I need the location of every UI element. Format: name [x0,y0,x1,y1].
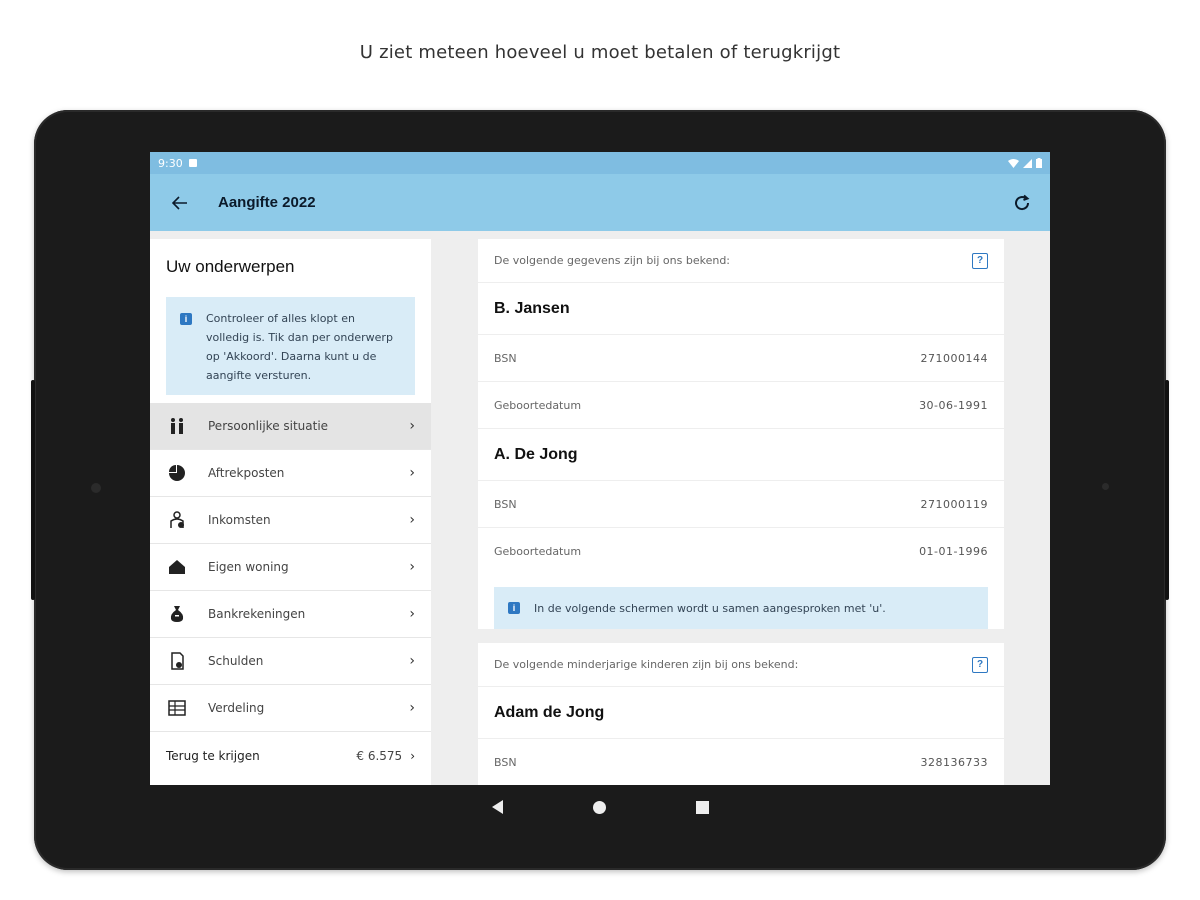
sidebar-heading: Uw onderwerpen [166,257,295,276]
row-label: BSN [494,497,517,511]
refresh-icon[interactable] [1008,189,1036,217]
card-header: De volgende gegevens zijn bij ons bekend… [478,239,1004,283]
person-name: Adam de Jong [478,687,1004,739]
refund-label: Terug te krijgen [166,749,260,763]
status-bar: 9:30 [150,152,1050,174]
refund-amount: € 6.575 [356,749,403,763]
known-data-card: De volgende gegevens zijn bij ons bekend… [478,239,1004,629]
sensor [1102,483,1109,490]
chevron-right-icon: › [409,418,415,434]
tablet-edge [31,380,35,600]
sidebar-item-label: Bankrekeningen [208,607,306,621]
person-name: B. Jansen [478,283,1004,335]
sidebar: Uw onderwerpen i Controleer of alles klo… [150,239,431,785]
nav-back-icon[interactable] [491,800,503,814]
sidebar-item-bankrekeningen[interactable]: Bankrekeningen › [150,591,431,638]
chevron-right-icon: › [409,512,415,528]
sidebar-item-label: Aftrekposten [208,466,285,480]
info-note-text: In de volgende schermen wordt u samen aa… [534,601,886,615]
sidebar-item-label: Schulden [208,654,264,668]
row-value: 271000144 [920,351,988,365]
chevron-right-icon: › [409,653,415,669]
money-bag-icon [166,603,188,625]
row-label: BSN [494,755,517,769]
data-row: BSN 271000144 [478,335,1004,382]
help-icon[interactable]: ? [972,252,988,269]
sidebar-info-box: i Controleer of alles klopt en volledig … [166,297,415,395]
nav-home-icon[interactable] [592,800,606,814]
pie-chart-icon [166,462,188,484]
sidebar-item-schulden[interactable]: Schulden › [150,638,431,685]
info-icon: i [508,602,520,614]
tablet-edge [1165,380,1169,600]
chevron-right-icon: › [410,749,415,763]
battery-icon [1036,158,1042,168]
card-header: De volgende minderjarige kinderen zijn b… [478,643,1004,687]
sidebar-item-label: Persoonlijke situatie [208,419,329,433]
children-card: De volgende minderjarige kinderen zijn b… [478,643,1004,785]
chevron-right-icon: › [409,465,415,481]
row-label: Geboortedatum [494,545,582,558]
sidebar-info-text: Controleer of alles klopt en volledig is… [206,312,393,382]
card-header-text: De volgende minderjarige kinderen zijn b… [494,658,799,671]
sidebar-item-verdeling[interactable]: Verdeling › [150,685,431,732]
row-label: Geboortedatum [494,398,582,412]
sidebar-item-label: Eigen woning [208,560,289,574]
sidebar-item-aftrekposten[interactable]: Aftrekposten › [150,450,431,497]
info-note: i In de volgende schermen wordt u samen … [494,587,988,629]
signal-icon [1023,158,1032,168]
main-panel: De volgende gegevens zijn bij ons bekend… [478,239,1004,785]
notification-icon [188,159,197,167]
sidebar-item-persoonlijke-situatie[interactable]: Persoonlijke situatie › [150,403,431,450]
sidebar-item-label: Verdeling [208,701,265,715]
person-name: A. De Jong [478,429,1004,481]
row-value: 328136733 [920,755,988,769]
content: Uw onderwerpen i Controleer of alles klo… [150,231,1050,785]
chevron-right-icon: › [409,700,415,716]
app-screen: 9:30 Aangifte 2022 Uw onderwerpen i Cont… [150,152,1050,785]
nav-recents-icon[interactable] [695,800,709,814]
data-row: Geboortedatum 01-01-1996 [478,528,1004,575]
row-value: 30-06-1991 [919,398,988,412]
debt-icon [166,650,188,672]
caption: U ziet meteen hoeveel u moet betalen of … [359,42,841,63]
data-row: Geboortedatum 30-06-1991 [478,382,1004,429]
row-label: BSN [494,351,517,365]
chevron-right-icon: › [409,606,415,622]
house-icon [166,556,188,578]
data-row: BSN 271000119 [478,481,1004,528]
status-time: 9:30 [158,156,183,170]
arrow-left-icon[interactable] [171,191,202,215]
wifi-icon [1008,158,1019,168]
sidebar-item-label: Inkomsten [208,513,271,527]
sidebar-item-inkomsten[interactable]: Inkomsten › [150,497,431,544]
distribution-icon [166,697,188,719]
chevron-right-icon: › [409,559,415,575]
sidebar-item-eigen-woning[interactable]: Eigen woning › [150,544,431,591]
info-icon: i [180,313,192,325]
data-row: BSN 328136733 [478,739,1004,785]
camera [91,483,101,493]
row-value: 271000119 [920,497,988,511]
app-bar: Aangifte 2022 [150,174,1050,231]
help-icon[interactable]: ? [972,656,988,673]
page-title: Aangifte 2022 [218,194,316,211]
coins-icon [166,509,188,531]
refund-total[interactable]: Terug te krijgen € 6.575 › [150,732,431,780]
people-icon [166,415,188,437]
system-nav-bar [150,785,1050,829]
card-header-text: De volgende gegevens zijn bij ons bekend… [494,254,731,267]
row-value: 01-01-1996 [919,545,988,558]
